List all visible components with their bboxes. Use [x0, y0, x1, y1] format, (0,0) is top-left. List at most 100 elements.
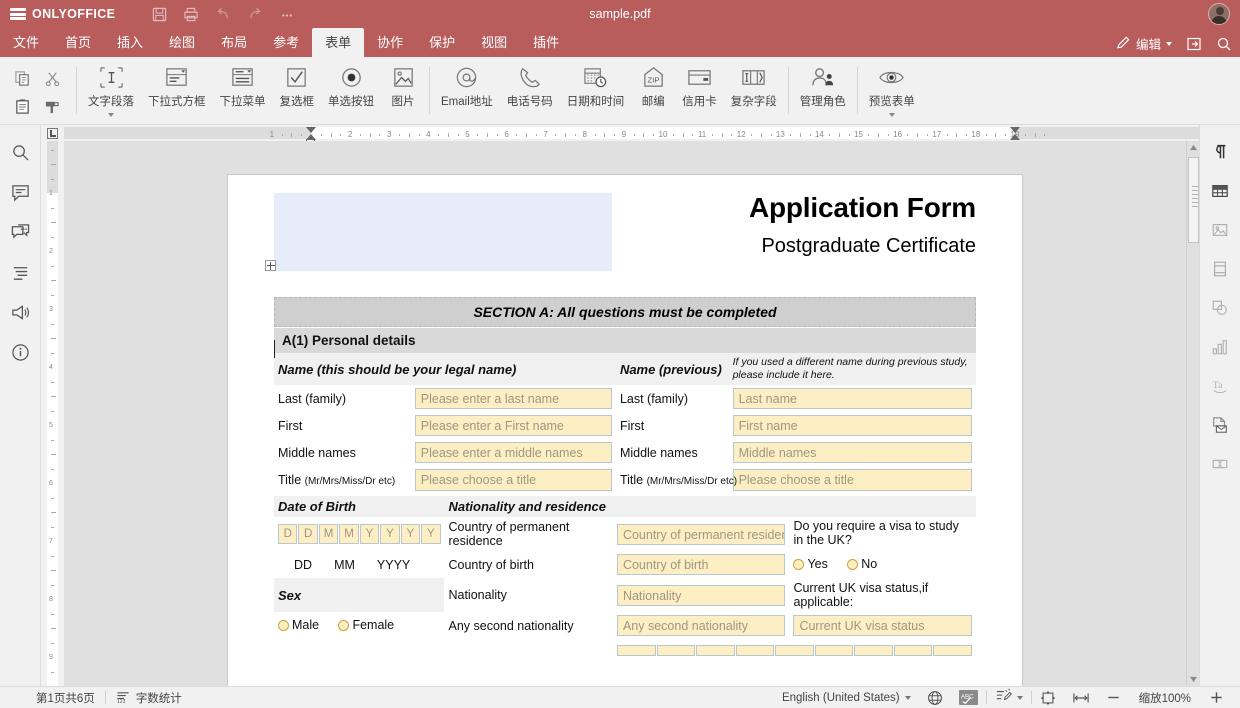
fit-page-button[interactable] — [1032, 687, 1064, 708]
dob-cell[interactable]: M — [339, 524, 358, 544]
edit-mode-button[interactable]: 编辑 — [1116, 34, 1172, 53]
tab-home[interactable]: 首页 — [52, 28, 104, 57]
country-permanent-residence-input[interactable]: Country of permanent residence — [617, 524, 786, 545]
horizontal-ruler[interactable]: 12345678910111213141516171819 — [64, 125, 1199, 141]
middle-names-previous-input[interactable]: Middle names — [733, 442, 972, 463]
fit-width-button[interactable] — [1064, 687, 1098, 708]
spellcheck-button[interactable]: ABC — [951, 687, 986, 708]
id-cell[interactable] — [775, 645, 814, 656]
ribbon-item-preview-form[interactable]: 预览表单 — [862, 62, 922, 117]
first-line-indent-marker[interactable] — [306, 127, 316, 133]
dob-input-group[interactable]: D D M M Y Y Y Y — [278, 524, 440, 544]
search-button[interactable] — [1216, 36, 1232, 52]
vertical-ruler[interactable]: 123456789 — [41, 141, 64, 686]
tab-forms[interactable]: 表单 — [312, 28, 364, 57]
sidebar-item-table-settings[interactable] — [1207, 178, 1233, 204]
chevron-down-icon[interactable] — [108, 113, 114, 117]
sidebar-item-text-art-settings[interactable]: Ta — [1207, 373, 1233, 399]
ribbon-item-manage-roles[interactable]: 管理角色 — [793, 62, 853, 109]
tab-plugins[interactable]: 插件 — [520, 28, 572, 57]
id-cell[interactable] — [854, 645, 893, 656]
sidebar-item-feedback[interactable] — [7, 299, 33, 325]
sidebar-item-form-settings[interactable] — [1207, 451, 1233, 477]
id-cell[interactable] — [815, 645, 854, 656]
ribbon-item-dropdown-list[interactable]: 下拉菜单 — [213, 62, 273, 109]
dob-cell[interactable]: D — [278, 524, 297, 544]
cut-button[interactable] — [38, 66, 66, 92]
sidebar-item-search[interactable] — [7, 139, 33, 165]
sex-female-radio[interactable]: Female — [338, 618, 394, 632]
id-cell[interactable] — [617, 645, 656, 656]
first-name-previous-input[interactable]: First name — [733, 415, 972, 436]
right-indent-marker-top[interactable] — [1010, 127, 1020, 133]
ribbon-item-checkbox[interactable]: 复选框 — [273, 62, 322, 109]
sidebar-item-header-footer-settings[interactable] — [1207, 256, 1233, 282]
tab-references[interactable]: 参考 — [260, 28, 312, 57]
sidebar-item-paragraph-settings[interactable] — [1207, 139, 1233, 165]
tab-draw[interactable]: 绘图 — [156, 28, 208, 57]
visa-yes-radio[interactable]: Yes — [793, 557, 827, 571]
title-previous-dropdown[interactable]: Please choose a title — [733, 469, 972, 491]
ribbon-item-credit-card[interactable]: 信用卡 — [675, 62, 724, 109]
chevron-down-icon[interactable] — [889, 113, 895, 117]
set-document-language-button[interactable] — [919, 687, 951, 708]
ribbon-item-email-address[interactable]: Email地址 — [434, 62, 500, 109]
ribbon-item-date-time[interactable]: 日期和时间 — [560, 62, 632, 109]
language-selector[interactable]: English (United States) — [774, 687, 919, 708]
tab-layout[interactable]: 布局 — [208, 28, 260, 57]
ribbon-item-text-field[interactable]: 文字段落 — [81, 62, 141, 117]
sidebar-item-chart-settings[interactable] — [1207, 334, 1233, 360]
ribbon-item-combo-box[interactable]: 下拉式方框 — [141, 62, 213, 109]
ribbon-item-phone-number[interactable]: 电话号码 — [500, 62, 560, 109]
first-name-legal-input[interactable]: Please enter a First name — [415, 415, 612, 436]
dob-cell[interactable]: Y — [360, 524, 379, 544]
last-name-previous-input[interactable]: Last name — [733, 388, 972, 409]
open-file-location-button[interactable] — [1186, 36, 1202, 52]
country-of-birth-input[interactable]: Country of birth — [617, 554, 786, 575]
tab-insert[interactable]: 插入 — [104, 28, 156, 57]
redo-button[interactable] — [241, 2, 269, 26]
id-cell[interactable] — [894, 645, 933, 656]
zoom-level[interactable]: 缩放100% — [1129, 690, 1201, 706]
track-changes-button[interactable] — [987, 687, 1031, 708]
tab-view[interactable]: 视图 — [468, 28, 520, 57]
tab-collaboration[interactable]: 协作 — [364, 28, 416, 57]
last-name-legal-input[interactable]: Please enter a last name — [415, 388, 612, 409]
id-number-strip[interactable] — [617, 645, 972, 656]
sidebar-item-mail-merge[interactable] — [1207, 412, 1233, 438]
logo-placeholder-box[interactable] — [274, 193, 612, 271]
dob-cell[interactable]: Y — [421, 524, 440, 544]
avatar[interactable] — [1208, 3, 1230, 25]
title-legal-dropdown[interactable]: Please choose a title — [415, 469, 612, 491]
save-button[interactable] — [145, 2, 173, 26]
visa-no-radio[interactable]: No — [847, 557, 877, 571]
scroll-up-arrow-icon[interactable] — [1187, 141, 1200, 154]
zoom-in-button[interactable] — [1201, 687, 1232, 708]
id-cell[interactable] — [657, 645, 696, 656]
page-count[interactable]: 第1页共6页 — [0, 687, 105, 708]
current-uk-visa-status-input[interactable]: Current UK visa status — [793, 615, 972, 636]
middle-names-legal-input[interactable]: Please enter a middle names — [415, 442, 612, 463]
ribbon-item-zip-code[interactable]: ZIP 邮编 — [631, 62, 675, 109]
sidebar-item-comments[interactable] — [7, 179, 33, 205]
ribbon-item-radio-button[interactable]: 单选按钮 — [321, 62, 381, 109]
right-indent-marker[interactable] — [1010, 134, 1020, 140]
tab-file[interactable]: 文件 — [0, 28, 52, 57]
document-canvas[interactable]: Application Form Postgraduate Certificat… — [64, 141, 1186, 686]
dob-cell[interactable]: Y — [401, 524, 420, 544]
nationality-input[interactable]: Nationality — [617, 585, 786, 606]
id-cell[interactable] — [696, 645, 735, 656]
paste-button[interactable] — [8, 94, 36, 120]
scroll-down-arrow-icon[interactable] — [1187, 673, 1200, 686]
more-button[interactable] — [273, 2, 301, 26]
sidebar-item-shape-settings[interactable] — [1207, 295, 1233, 321]
id-cell[interactable] — [933, 645, 972, 656]
print-button[interactable] — [177, 2, 205, 26]
format-painter-button[interactable] — [38, 94, 66, 120]
scrollbar-thumb[interactable] — [1188, 157, 1199, 243]
vertical-scrollbar[interactable] — [1186, 141, 1199, 686]
dob-cell[interactable]: M — [319, 524, 338, 544]
table-move-handle-icon[interactable] — [265, 260, 276, 271]
tab-protection[interactable]: 保护 — [416, 28, 468, 57]
sex-male-radio[interactable]: Male — [278, 618, 319, 632]
